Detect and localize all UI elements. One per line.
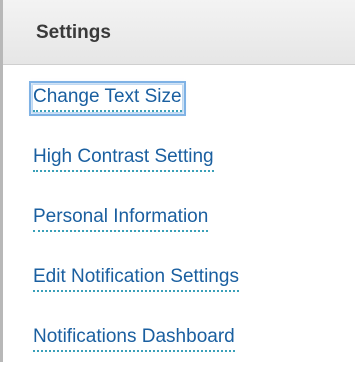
settings-header: Settings	[3, 0, 355, 65]
menu-item-change-text-size: Change Text Size	[29, 81, 239, 145]
menu-item-personal-information: Personal Information	[33, 205, 239, 265]
settings-panel: Settings Change Text Size High Contrast …	[0, 0, 355, 362]
settings-menu: Change Text Size High Contrast Setting P…	[29, 81, 239, 385]
high-contrast-setting-link[interactable]: High Contrast Setting	[33, 145, 214, 172]
menu-item-notifications-dashboard: Notifications Dashboard	[33, 325, 239, 385]
menu-item-edit-notification-settings: Edit Notification Settings	[33, 265, 239, 325]
notifications-dashboard-link[interactable]: Notifications Dashboard	[33, 325, 235, 352]
menu-item-high-contrast: High Contrast Setting	[33, 145, 239, 205]
edit-notification-settings-link[interactable]: Edit Notification Settings	[33, 265, 239, 292]
settings-title: Settings	[36, 22, 111, 43]
change-text-size-link[interactable]: Change Text Size	[29, 81, 186, 116]
personal-information-link[interactable]: Personal Information	[33, 205, 209, 232]
